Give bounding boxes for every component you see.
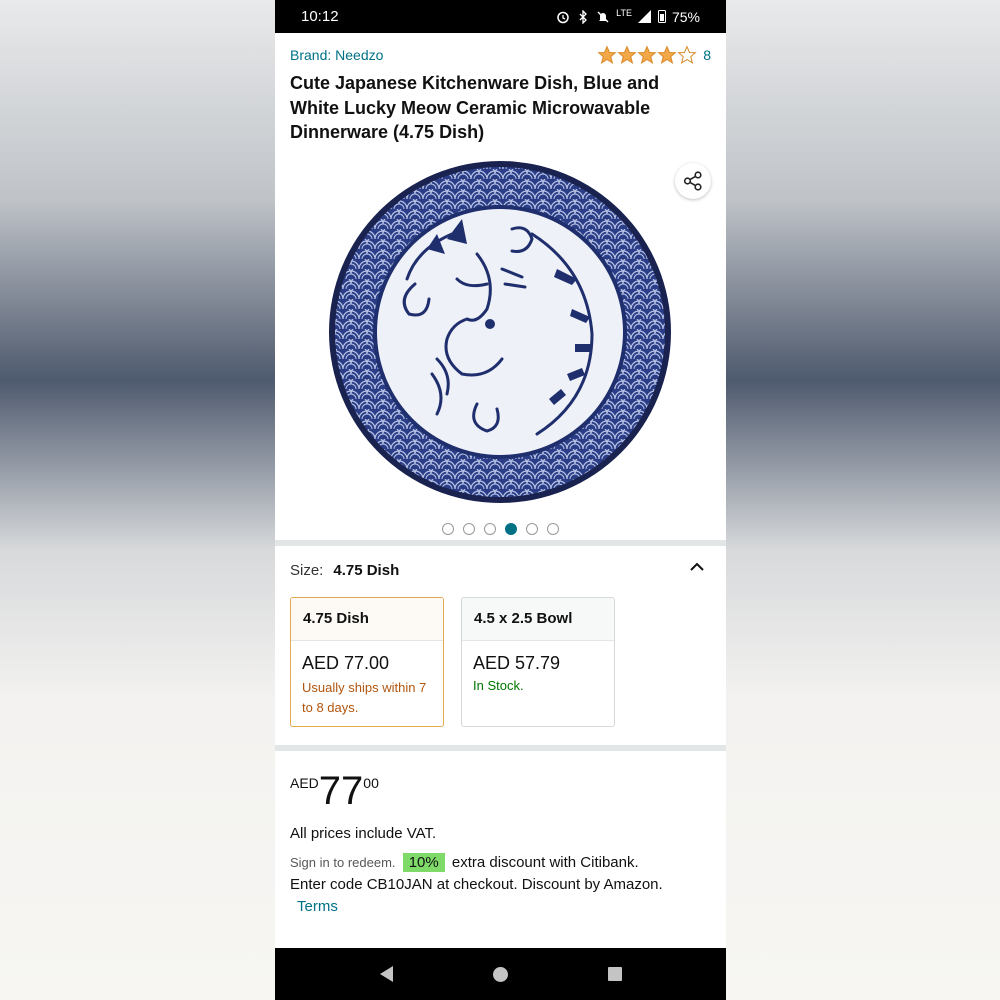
price-section: AED 77 00 All prices include VAT. Sign i… [275,751,726,918]
price: AED 77 00 [290,769,711,813]
size-option-name: 4.5 x 2.5 Bowl [462,597,614,641]
size-option-price: AED 57.79 [473,652,561,673]
carousel-dot[interactable] [526,522,538,535]
size-selector: Size: 4.75 Dish 4.75 Dish AED 77.00 Usua… [275,546,726,745]
rating-count[interactable]: 8 [703,47,711,63]
share-button[interactable] [675,162,711,199]
carousel-dot[interactable] [442,522,454,535]
size-option-body: AED 57.79 In Stock. [462,641,614,693]
recents-icon[interactable] [607,967,622,981]
vat-note: All prices include VAT. [290,824,437,842]
product-image-carousel[interactable] [275,145,726,540]
phone-screen: 10:12 LTE 75% Brand: Needzo 8 Cute Japan… [275,0,726,1000]
star-filled-icon [657,45,677,65]
home-icon[interactable] [492,966,508,982]
size-row[interactable]: Size: 4.75 Dish [290,562,711,579]
back-icon[interactable] [379,966,393,982]
rating[interactable]: 8 [597,45,711,65]
size-value: 4.75 Dish [333,561,400,579]
star-filled-icon [597,45,617,65]
network-label: LTE [616,7,632,18]
product-image[interactable] [327,159,673,505]
price-fraction: 00 [363,774,379,791]
carousel-dot[interactable] [505,522,517,535]
bluetooth-icon [576,9,590,24]
share-icon [683,170,702,191]
size-option-price: AED 77.00 [302,652,390,673]
size-option-dish[interactable]: 4.75 Dish AED 77.00 Usually ships within… [290,596,444,727]
status-time: 10:12 [301,8,339,25]
rating-stars [597,45,697,65]
carousel-dot[interactable] [484,522,496,535]
size-label: Size: [290,561,324,579]
size-option-name: 4.75 Dish [291,597,443,641]
terms-link[interactable]: Terms [297,898,338,915]
price-currency: AED [290,774,319,791]
product-content: Brand: Needzo 8 Cute Japanese Kitchenwar… [275,33,726,918]
chevron-up-icon[interactable] [688,558,706,576]
status-icons: LTE 75% [556,7,700,25]
battery-icon [657,10,666,23]
size-option-body: AED 77.00 Usually ships within 7 to 8 da… [291,641,443,718]
star-empty-icon [677,45,697,65]
size-option-bowl[interactable]: 4.5 x 2.5 Bowl AED 57.79 In Stock. [461,596,615,727]
size-option-availability: In Stock. [473,677,524,693]
brand-link[interactable]: Brand: Needzo [290,47,383,63]
alarm-icon [556,10,570,24]
product-header: Brand: Needzo 8 [275,33,726,65]
size-option-availability: Usually ships within 7 to 8 days. [302,679,427,715]
price-whole: 77 [318,768,364,813]
promo-line-1: extra discount with Citibank. [451,853,639,871]
star-filled-icon [617,45,637,65]
signal-icon [638,10,652,24]
discount-badge: 10% [402,852,445,872]
carousel-dots[interactable] [275,522,726,535]
star-filled-icon [637,45,657,65]
carousel-dot[interactable] [463,522,475,535]
promo-line-2: Enter code CB10JAN at checkout. Discount… [290,875,663,893]
carousel-dot[interactable] [547,522,559,535]
size-options: 4.75 Dish AED 77.00 Usually ships within… [290,596,711,727]
product-title: Cute Japanese Kitchenware Dish, Blue and… [290,73,660,142]
battery-level: 75% [671,8,700,25]
promo-text: Sign in to redeem. 10% extra discount wi… [290,852,711,918]
status-bar: 10:12 LTE 75% [275,0,726,33]
system-nav-bar [275,948,726,1000]
signin-link[interactable]: Sign in to redeem. [290,855,396,870]
mute-icon [596,10,610,24]
